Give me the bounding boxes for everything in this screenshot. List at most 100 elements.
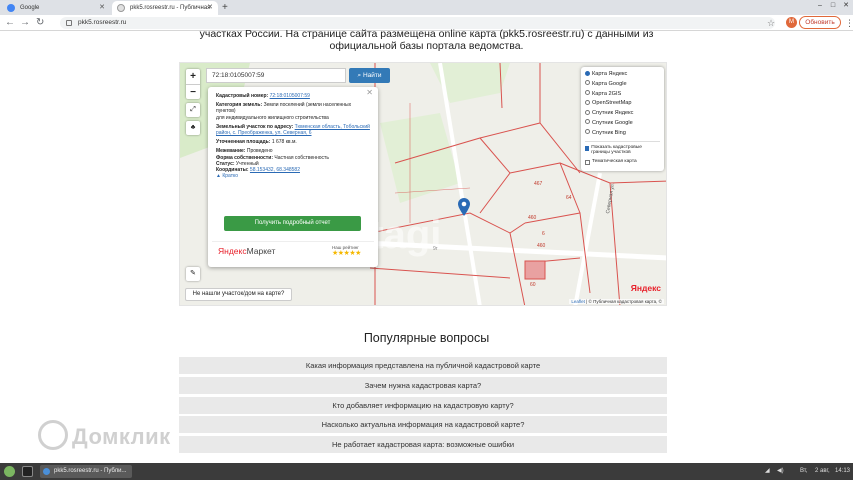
close-window-icon[interactable]: ✕ [841,1,851,11]
radio-icon [585,90,590,96]
task-title: pkk5.rosreestr.ru - Публи... [54,468,127,474]
checkbox-icon [585,159,590,165]
parcel-info-popup: ✕ Кадастровый номер: 72:18:0105007:59 Ка… [208,87,378,267]
clock-day: Вт, [800,468,808,474]
taskbar-browser-task[interactable]: pkk5.rosreestr.ru - Публи... [40,465,132,478]
show-boundaries-checkbox[interactable]: Показать кадастровые границы участков [585,145,660,156]
radio-icon [585,119,590,125]
faq-item[interactable]: Кто добавляет информацию на кадастровую … [179,397,667,414]
field-label: Уточненная площадь: [216,139,271,146]
volume-icon[interactable]: ◀) [777,465,784,478]
plot-label: 460 [537,243,546,249]
attribution-text: | © Публичная кадастровая карта, © [586,299,662,304]
location-pin-icon[interactable] [458,198,470,221]
intro-line-1: участках России. На странице сайта разме… [199,28,654,40]
ruler-icon[interactable]: ✎ [186,267,200,281]
layer-label: Спутник Яндекс [592,110,634,117]
layer-option[interactable]: Спутник Яндекс [585,109,660,119]
field-label: Форма собственности: [216,154,273,161]
plot-label: 64 [566,195,572,201]
checkbox-label: Тематическая карта [592,158,637,164]
faq-item[interactable]: Какая информация представлена на публичн… [179,357,667,374]
divider [585,140,660,142]
checkbox-label: Показать кадастровые границы участков [591,144,642,156]
radio-icon [585,99,590,105]
zoom-out-button[interactable]: − [186,84,200,99]
caret-up-icon: ▲ [216,173,221,180]
fullscreen-icon[interactable]: ⤢ [186,103,200,117]
start-menu-icon[interactable] [4,466,15,477]
cadastral-map[interactable]: etagi 467 64 460 6 460 9г 60 Северная ул… [179,62,667,306]
tab-google[interactable]: Google ✕ [2,1,110,15]
domclick-logo-icon [38,420,68,450]
field-label: Координаты: [216,167,249,174]
layer-option[interactable]: Спутник Bing [585,129,660,139]
minimize-icon[interactable]: – [815,1,825,11]
coords-link[interactable]: 58.153432, 68.348582 [250,167,300,173]
thematic-map-checkbox[interactable]: Тематическая карта [585,159,660,165]
layer-option[interactable]: Карта Google [585,80,660,90]
address-row: Земельный участок по адресу: Тюменская о… [216,124,370,136]
layer-option[interactable]: Карта Яндекс [585,70,660,80]
yandex-logo-text: Яндекс [630,283,661,293]
faq-item[interactable]: Не работает кадастровая карта: возможные… [179,436,667,453]
logo-prefix: Яндекс [218,246,247,256]
layer-option[interactable]: OpenStreetMap [585,99,660,109]
close-icon[interactable]: ✕ [366,88,373,96]
field-label: Кадастровый номер: [216,93,269,99]
cadastral-number-link[interactable]: 72:18:0105007:59 [270,93,310,99]
collapse-link[interactable]: ▲ Кратко [216,173,370,179]
cadastral-number-row: Кадастровый номер: 72:18:0105007:59 [216,93,370,99]
not-found-button[interactable]: Не нашли участок/дом на карте? [185,288,292,301]
search-icon: ⌕ [357,72,362,79]
layer-label: Карта Яндекс [592,71,628,77]
tab-pkk5[interactable]: pkk5.rosreestr.ru - Публичная ✕ [112,1,218,15]
search-button-label: Найти [362,72,382,79]
lock-icon [66,20,72,26]
plot-label: 9г [433,246,438,252]
map-attribution: Leaflet | © Публичная кадастровая карта,… [569,299,664,304]
plot-label: 6 [542,231,545,237]
layer-label: Спутник Google [592,119,633,126]
field-value: Частная собственность [274,154,329,161]
clock-time: 14:13 [835,468,851,474]
zoom-in-button[interactable]: + [186,69,200,84]
search-button[interactable]: ⌕ Найти [349,68,390,83]
os-taskbar: pkk5.rosreestr.ru - Публи... ◢ ◀) Вт, 2 … [0,463,853,480]
maximize-icon[interactable]: □ [828,1,838,11]
clock-date: 2 авг, [815,468,830,474]
google-favicon-icon [7,4,15,12]
close-tab-icon[interactable]: ✕ [99,1,105,15]
leaflet-link[interactable]: Leaflet [571,299,585,304]
faq-item[interactable]: Насколько актуальна информация на кадаст… [179,416,667,433]
faq-item[interactable]: Зачем нужна кадастровая карта? [179,377,667,394]
browser-tab-bar: Google ✕ pkk5.rosreestr.ru - Публичная ✕… [0,0,853,15]
cadastral-search-input[interactable]: 72:18:0105007:59 [206,68,346,83]
terminal-icon[interactable] [22,466,33,477]
new-tab-button[interactable]: + [222,0,228,15]
plot-label: 467 [534,181,543,187]
get-report-button[interactable]: Получить подробный отчет [224,216,361,231]
layer-label: Спутник Bing [592,129,626,136]
logo-suffix: Маркет [246,246,276,256]
tab-title: pkk5.rosreestr.ru - Публичная [130,5,211,11]
rosreestr-favicon-icon [117,4,125,12]
area-row: Уточненная площадь: 1 678 кв.м. [216,139,370,145]
intro-line-2: официальной базы портала ведомства. [329,40,524,52]
profile-avatar[interactable]: М [786,17,797,28]
layers-stack-icon[interactable]: ♣ [186,121,200,135]
field-value: Проведено [246,148,273,155]
radio-icon [585,129,590,135]
layer-option[interactable]: Спутник Google [585,119,660,129]
rating-stars-icon: ★★★★★ [332,250,361,257]
domclick-watermark: Домклик [38,420,171,450]
field-label: Категория земель: [216,102,263,109]
radio-icon [585,80,590,86]
category-row: Категория земель: Земли поселений (земли… [216,102,370,121]
layer-label: OpenStreetMap [592,100,632,107]
close-tab-icon[interactable]: ✕ [207,1,213,15]
field-label: Земельный участок по адресу: [216,123,294,130]
network-icon[interactable]: ◢ [765,465,770,478]
layer-option[interactable]: Карта 2GIS [585,90,660,100]
yandex-market-ad[interactable]: ЯндексМаркет Наш рейтинг ★★★★★ [212,241,374,263]
